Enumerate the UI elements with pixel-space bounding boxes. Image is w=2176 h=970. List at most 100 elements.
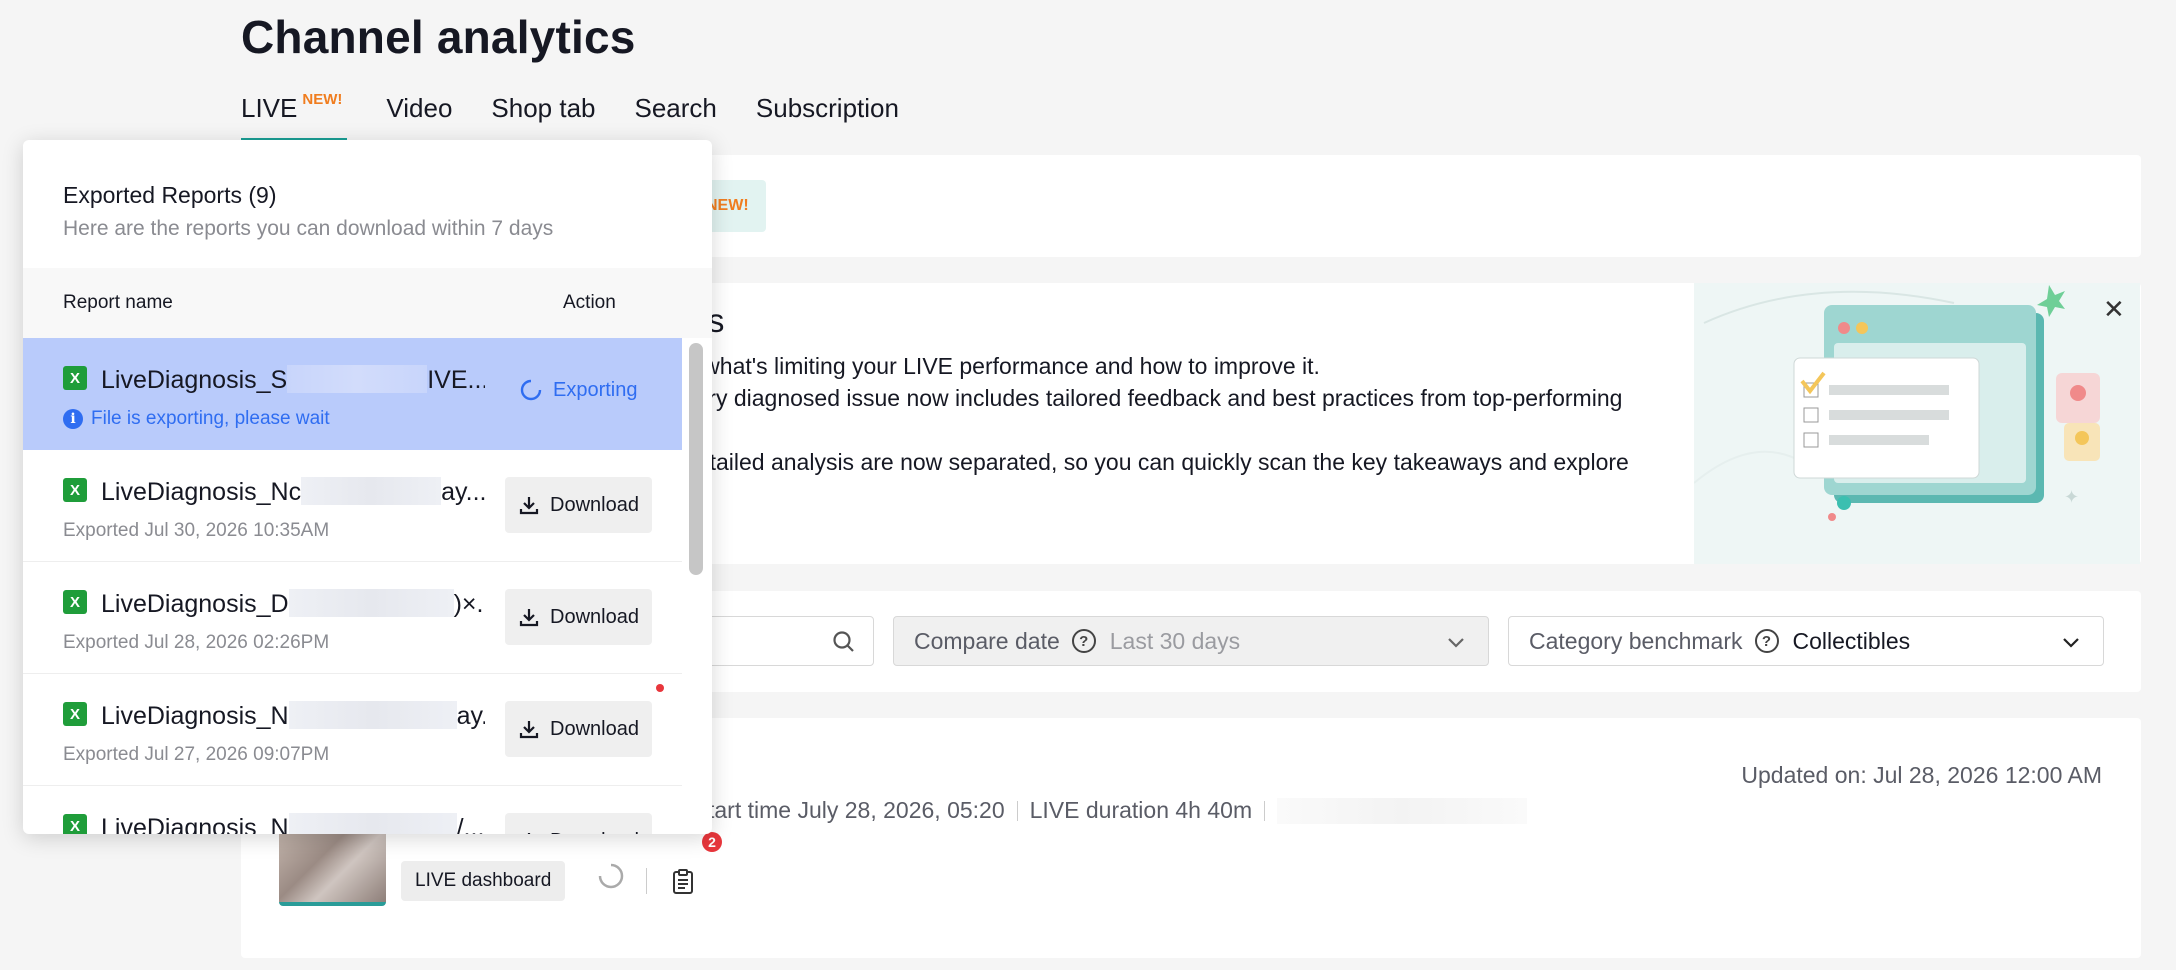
download-button[interactable]: Download	[505, 701, 652, 757]
tab-video[interactable]: Video	[386, 93, 452, 142]
report-row: X LiveDiagnosis_N ay... Exported Jul 27, …	[23, 674, 682, 786]
tab-live[interactable]: LIVE NEW!	[241, 91, 348, 142]
report-name: LiveDiagnosis_D )×...	[101, 589, 485, 619]
download-label: Download	[550, 605, 639, 628]
chevron-down-icon	[2063, 638, 2079, 648]
column-report-name: Report name	[63, 292, 173, 313]
divider	[1016, 800, 1018, 821]
new-badge: NEW!	[302, 91, 343, 108]
exporting-state: Exporting	[519, 378, 638, 402]
report-row: X LiveDiagnosis_S IVE... i File is export…	[23, 338, 682, 450]
export-status: i File is exporting, please wait	[63, 408, 330, 430]
excel-file-icon: X	[63, 590, 87, 614]
export-reports-icon[interactable]	[671, 869, 695, 895]
loading-spinner-icon	[520, 379, 542, 401]
checklist-illustration: ✦	[1693, 285, 2100, 521]
page-title: Channel analytics	[241, 11, 636, 63]
benchmark-value: Collectibles	[1792, 627, 1911, 654]
report-name-end: ay...	[456, 702, 485, 730]
redacted-field	[1277, 797, 1528, 824]
close-icon[interactable]: ✕	[2103, 294, 2125, 325]
compare-date-label: Compare date	[914, 627, 1060, 654]
popup-subtitle: Here are the reports you can download wi…	[63, 217, 554, 240]
tab-search[interactable]: Search	[635, 93, 717, 142]
download-button[interactable]: Download	[505, 813, 652, 834]
diagnosis-line-3: detailed analysis are now separated, so …	[684, 449, 1629, 475]
category-benchmark-select[interactable]: Category benchmark ? Collectibles	[1508, 616, 2104, 666]
report-name: LiveDiagnosis_S IVE...	[101, 365, 485, 395]
live-duration: LIVE duration 4h 40m	[1029, 797, 1253, 823]
exported-reports-popup: Exported Reports (9) Here are the report…	[23, 140, 712, 834]
analytics-tabs: LIVE NEW! Video Shop tab Search Subscrip…	[241, 91, 899, 142]
export-status-text: File is exporting, please wait	[91, 408, 330, 429]
start-time: tart time July 28, 2026, 05:20	[708, 797, 1005, 823]
excel-file-icon: X	[63, 702, 87, 726]
redacted-name	[288, 589, 454, 617]
exporting-label: Exporting	[553, 378, 638, 401]
compare-date-value: Last 30 days	[1109, 627, 1241, 654]
search-icon	[833, 631, 854, 652]
report-name-end: /...	[456, 814, 485, 834]
download-label: Download	[550, 717, 639, 740]
report-name-start: LiveDiagnosis_Nc	[101, 478, 302, 506]
redacted-name	[288, 813, 457, 834]
popup-title: Exported Reports (9)	[63, 182, 277, 208]
excel-file-icon: X	[63, 366, 87, 390]
download-icon	[519, 497, 539, 515]
live-thumbnail	[279, 826, 386, 906]
divider	[646, 868, 647, 894]
session-meta: tart time July 28, 2026, 05:20 LIVE dura…	[708, 797, 1528, 824]
tab-shop[interactable]: Shop tab	[491, 93, 595, 142]
redacted-name	[287, 365, 428, 393]
tab-live-label: LIVE	[241, 93, 298, 123]
divider	[1264, 800, 1266, 821]
report-row: X LiveDiagnosis_Nc ay... Exported Jul 30,…	[23, 450, 682, 562]
report-name-start: LiveDiagnosis_N	[101, 814, 289, 834]
diagnosis-line-1: e what's limiting your LIVE performance …	[684, 353, 1320, 379]
download-icon	[519, 721, 539, 739]
unread-dot	[656, 684, 664, 692]
excel-file-icon: X	[63, 478, 87, 502]
info-icon: i	[63, 409, 83, 429]
report-row: X LiveDiagnosis_D )×... Exported Jul 28, …	[23, 562, 682, 674]
updated-timestamp: Updated on: Jul 28, 2026 12:00 AM	[1741, 762, 2102, 788]
excel-file-icon: X	[63, 814, 87, 834]
redacted-name	[288, 701, 457, 729]
report-name-end: ay...	[441, 478, 485, 506]
report-name: LiveDiagnosis_N ay...	[101, 701, 485, 731]
report-row: X LiveDiagnosis_N /... Download	[23, 786, 682, 834]
report-name-end: IVE...	[427, 366, 485, 394]
chevron-down-icon	[1448, 638, 1464, 648]
report-name-start: LiveDiagnosis_D	[101, 590, 289, 618]
download-icon	[519, 609, 539, 627]
live-dashboard-button[interactable]: LIVE dashboard	[401, 861, 566, 901]
compare-date-select[interactable]: Compare date ? Last 30 days	[893, 616, 1489, 666]
scrollbar-thumb[interactable]	[689, 343, 703, 575]
notification-badge: 2	[702, 832, 722, 852]
diagnosis-line-2: very diagnosed issue now includes tailor…	[684, 385, 1623, 411]
report-name-end: )×...	[453, 590, 485, 618]
loading-spinner-icon	[598, 863, 624, 889]
tab-subscription[interactable]: Subscription	[756, 93, 899, 142]
search-input[interactable]	[694, 616, 874, 666]
export-date: Exported Jul 28, 2026 02:26PM	[63, 632, 330, 653]
download-button[interactable]: Download	[505, 589, 652, 645]
download-icon	[527, 833, 531, 834]
report-name-start: LiveDiagnosis_S	[101, 366, 288, 394]
diagnosis-illustration: ✦	[1693, 283, 2140, 564]
table-header: Report name Action	[23, 268, 712, 338]
report-name: LiveDiagnosis_N /...	[101, 813, 485, 834]
report-name-start: LiveDiagnosis_N	[101, 702, 289, 730]
export-date: Exported Jul 30, 2026 10:35AM	[63, 520, 330, 541]
report-name: LiveDiagnosis_Nc ay...	[101, 477, 485, 507]
column-action: Action	[563, 292, 616, 313]
export-date: Exported Jul 27, 2026 09:07PM	[63, 744, 330, 765]
help-icon[interactable]: ?	[1071, 629, 1096, 653]
download-label: Download	[550, 830, 639, 835]
download-label: Download	[550, 493, 639, 516]
help-icon[interactable]: ?	[1754, 629, 1779, 653]
download-button[interactable]: Download	[505, 477, 652, 533]
redacted-name	[301, 477, 442, 505]
svg-text:✦: ✦	[2064, 487, 2079, 508]
benchmark-label: Category benchmark	[1529, 627, 1743, 654]
